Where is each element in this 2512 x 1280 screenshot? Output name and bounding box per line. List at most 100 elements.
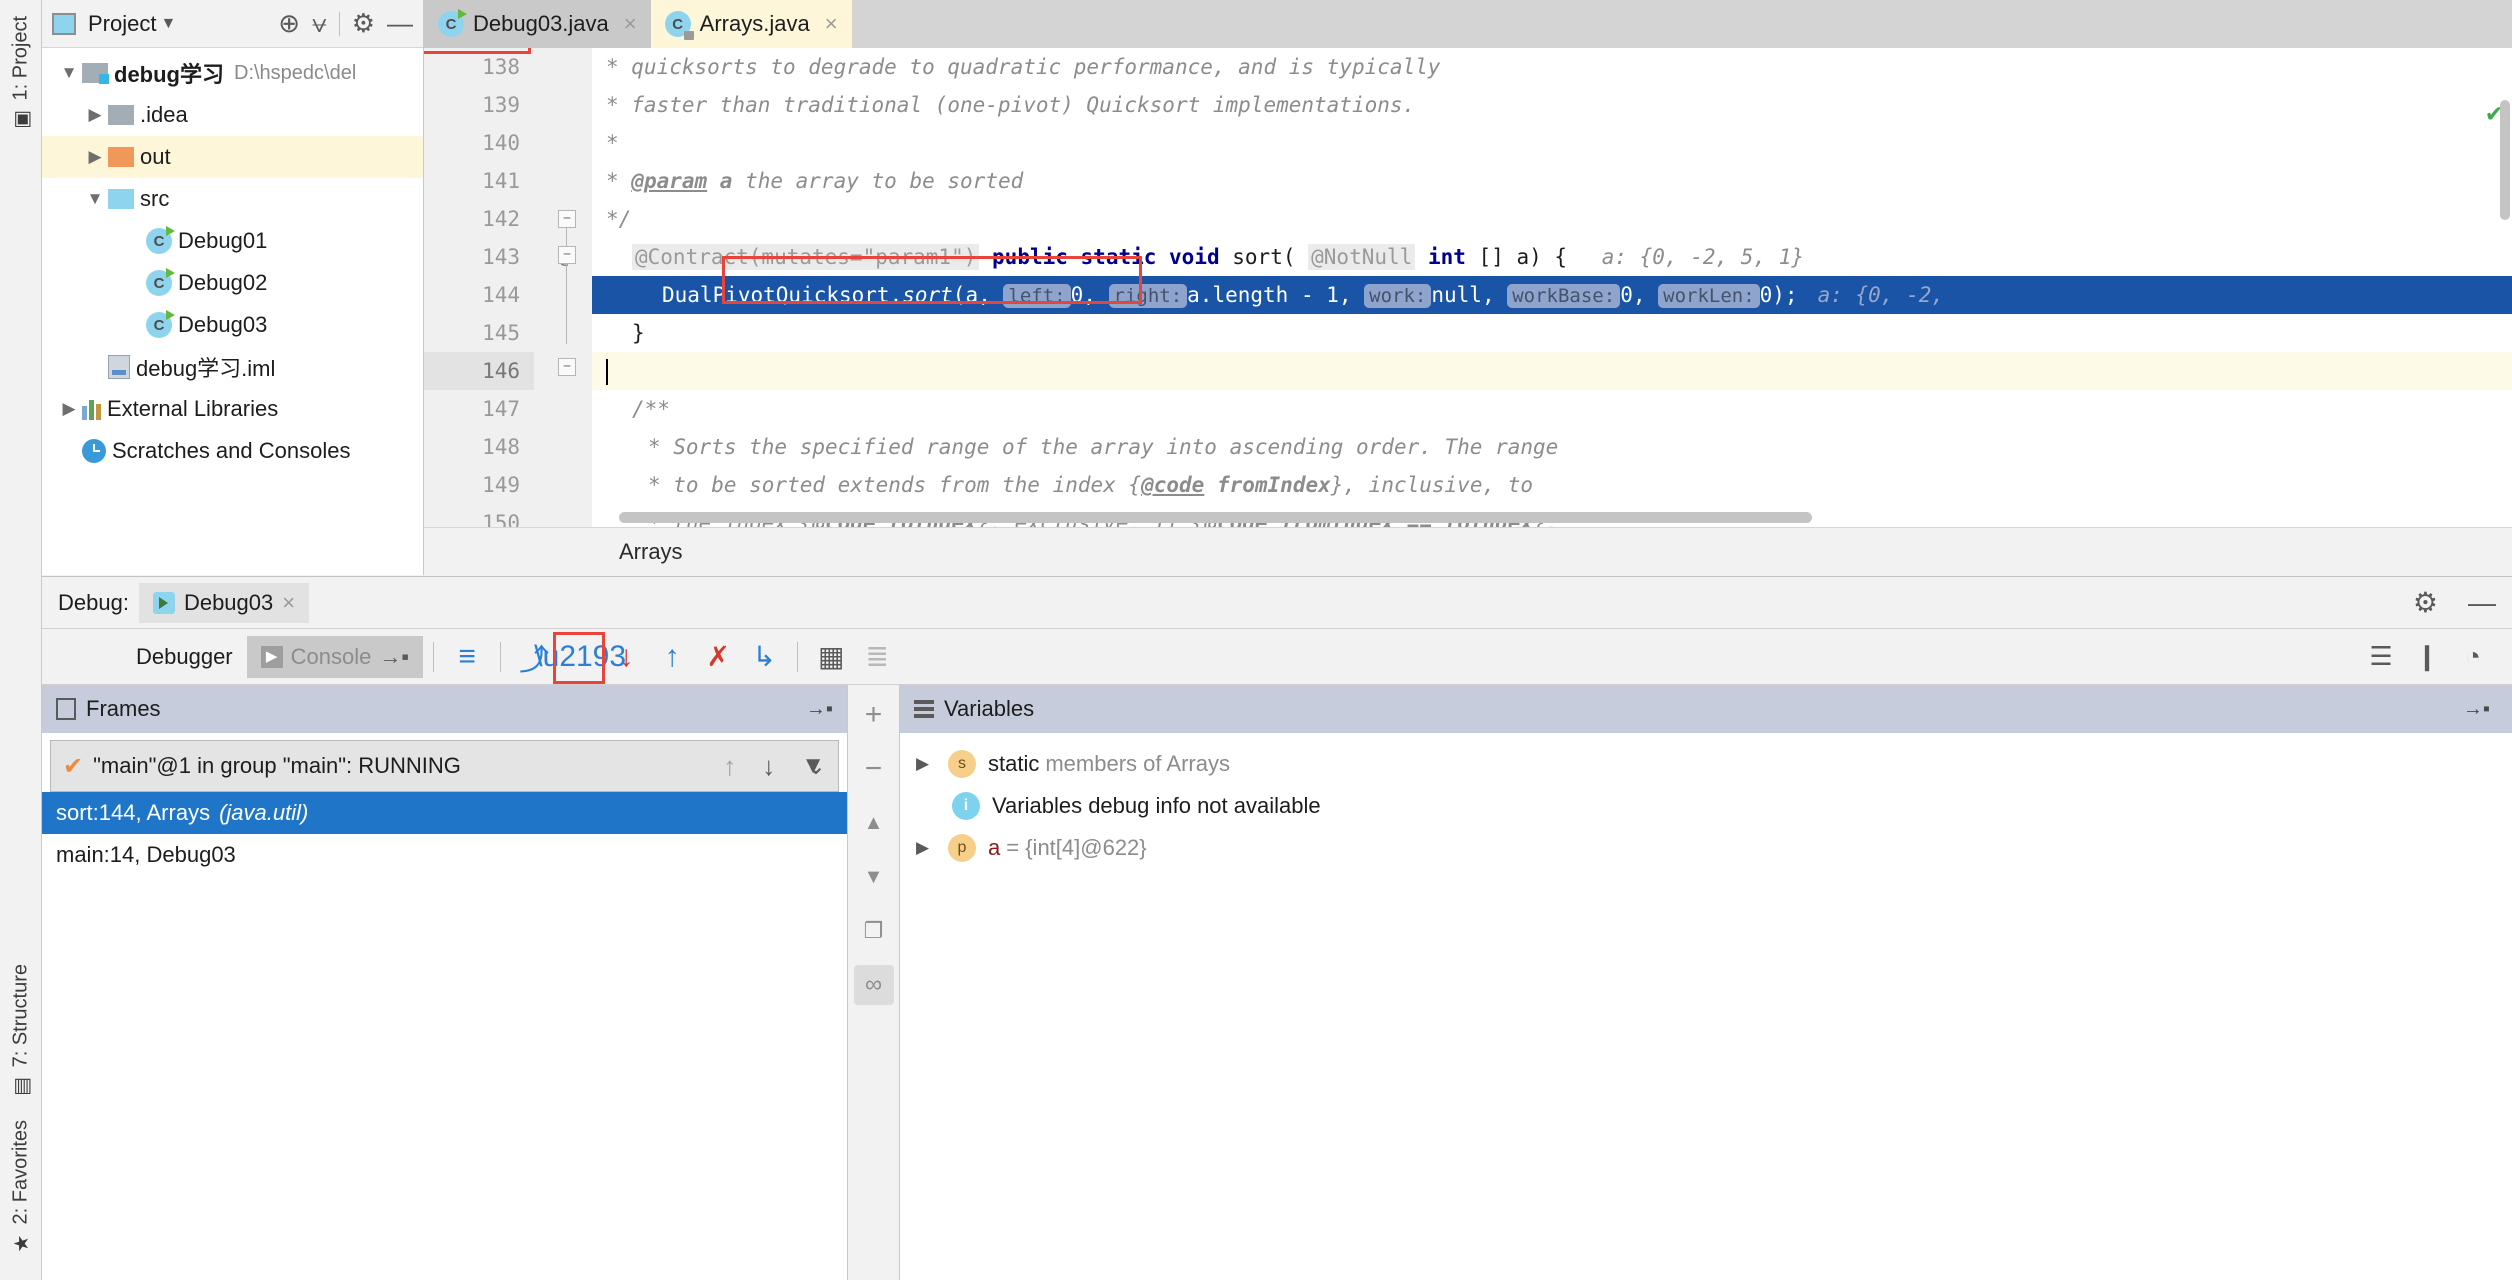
variable-row-info: i Variables debug info not available (900, 785, 2512, 827)
contract-annotation: @Contract(mutates="param1") (632, 244, 979, 270)
code-lines[interactable]: * quicksorts to degrade to quadratic per… (592, 48, 2512, 527)
code-line-caret[interactable] (592, 352, 2512, 390)
evaluate-expression-icon[interactable]: ▦ (808, 634, 854, 680)
locate-icon[interactable]: ⊕ (278, 8, 300, 39)
hide-panel-icon[interactable]: — (2468, 587, 2496, 619)
tree-label: Debug01 (178, 228, 267, 254)
text-caret (606, 359, 608, 385)
debug-session-icon (153, 592, 175, 614)
tree-item-project-root[interactable]: ▼ debug学习 D:\hspedc\del (42, 52, 423, 94)
pin-panel-icon[interactable]: →▪ (2463, 698, 2490, 721)
variable-row-static[interactable]: ▶ s static members of Arrays (900, 743, 2512, 785)
line-number: 145 (424, 314, 534, 352)
chevron-down-icon[interactable]: ▼ (160, 15, 176, 33)
frame-down-icon[interactable]: ↓ (762, 751, 775, 782)
chevron-right-icon[interactable]: ▶ (82, 105, 108, 125)
frame-up-icon[interactable]: ↑ (723, 751, 736, 782)
editor-vertical-scrollbar[interactable] (2500, 100, 2510, 220)
close-icon[interactable]: × (825, 11, 838, 37)
variables-panel: Variables →▪ ▶ s static members of Array… (900, 685, 2512, 1280)
source-folder-icon (108, 189, 134, 209)
chevron-right-icon[interactable]: ▶ (916, 838, 936, 858)
frames-panel-header: Frames →▪ (42, 685, 847, 733)
step-into-icon[interactable]: \u2193 (557, 634, 603, 680)
pin-panel-icon[interactable]: →▪ (806, 698, 833, 721)
hide-panel-icon[interactable]: — (387, 8, 413, 39)
call-method: sort (902, 283, 953, 307)
editor-horizontal-scrollbar[interactable] (619, 512, 1812, 523)
param-hint-left: left: (1003, 284, 1070, 308)
project-panel-title[interactable]: Project (88, 11, 156, 37)
scroll-down-icon[interactable]: ▼ (854, 857, 894, 897)
debug-session-tab[interactable]: Debug03 × (139, 583, 309, 623)
frame-list[interactable]: sort:144, Arrays (java.util) main:14, De… (42, 792, 847, 1280)
scroll-up-icon[interactable]: ▲ (854, 803, 894, 843)
sidebar-item-favorites[interactable]: ★ 2: Favorites (7, 1110, 35, 1266)
variable-value: = {int[4]@622} (1006, 835, 1146, 861)
editor-tab-arrays[interactable]: C Arrays.java × (651, 0, 852, 48)
frames-filter-icon[interactable]: ▼ (801, 752, 825, 780)
collapse-all-icon[interactable]: ⩝ (312, 8, 327, 40)
sidebar-item-structure[interactable]: ▤ 7: Structure (7, 954, 35, 1109)
tab-console[interactable]: ▶ Console →▪ (247, 636, 424, 678)
chevron-down-icon[interactable]: ▼ (82, 189, 108, 209)
tree-label: debug学习.iml (136, 351, 275, 383)
frame-row-main[interactable]: main:14, Debug03 (42, 834, 847, 876)
close-icon[interactable]: × (624, 11, 637, 37)
fold-marker[interactable]: − (558, 210, 576, 228)
fold-gutter[interactable]: @ − − − (534, 48, 592, 527)
fold-marker[interactable]: − (558, 358, 576, 376)
variable-row-a[interactable]: ▶ p a = {int[4]@622} (900, 827, 2512, 869)
tree-item-external-libraries[interactable]: ▶ External Libraries (42, 388, 423, 430)
filter-icon[interactable]: ≣ (854, 634, 900, 680)
show-execution-point-icon[interactable]: ≡ (444, 634, 490, 680)
debug-body: Frames →▪ ✔ "main"@1 in group "main": RU… (42, 685, 2512, 1280)
copy-value-icon[interactable]: ❐ (854, 911, 894, 951)
run-to-cursor-icon[interactable]: ↳ (741, 634, 787, 680)
project-tree[interactable]: ▼ debug学习 D:\hspedc\del ▶ .idea ▶ out ▼ … (42, 48, 423, 575)
pin-tab-icon[interactable]: →▪ (379, 644, 409, 670)
java-class-icon: C (438, 11, 464, 37)
chevron-down-icon[interactable]: ▼ (56, 63, 82, 83)
frame-row-sort[interactable]: sort:144, Arrays (java.util) (42, 792, 847, 834)
gear-icon[interactable]: ⚙ (352, 8, 375, 39)
tree-item-debug02[interactable]: C Debug02 (42, 262, 423, 304)
tab-debugger[interactable]: Debugger (122, 636, 247, 678)
step-out-icon[interactable]: ↑ (649, 634, 695, 680)
call-open: (a, (953, 283, 1004, 307)
inspect-icon[interactable]: ∞ (854, 965, 894, 1005)
tree-item-iml[interactable]: debug学习.iml (42, 346, 423, 388)
remove-watch-icon[interactable]: − (854, 749, 894, 789)
frame-label: sort:144, Arrays (56, 800, 210, 826)
code-line-current-execution[interactable]: DualPivotQuicksort.sort(a, left:0, right… (592, 276, 2512, 314)
tree-item-idea[interactable]: ▶ .idea (42, 94, 423, 136)
memory-view-icon[interactable]: ❙ (2404, 634, 2450, 680)
chevron-right-icon[interactable]: ▶ (82, 147, 108, 167)
add-watch-icon[interactable]: + (854, 695, 894, 735)
tree-item-out[interactable]: ▶ out (42, 136, 423, 178)
editor-tab-debug03[interactable]: C Debug03.java × (424, 0, 651, 48)
left-tool-window-bar: ▣ 1: Project ▤ 7: Structure ★ 2: Favorit… (0, 0, 42, 1280)
variables-list[interactable]: ▶ s static members of Arrays i Variables… (900, 733, 2512, 1280)
tree-item-debug01[interactable]: C Debug01 (42, 220, 423, 262)
chevron-right-icon[interactable]: ▶ (916, 754, 936, 774)
sidebar-item-project[interactable]: ▣ 1: Project (7, 6, 35, 142)
breadcrumb[interactable]: Arrays (424, 527, 2512, 575)
drop-frame-icon[interactable]: ✗ (695, 634, 741, 680)
profiler-icon[interactable]: ◔ (2450, 634, 2496, 680)
thread-status-icon: ✔ (63, 752, 83, 781)
close-icon[interactable]: × (282, 590, 295, 616)
param-value-left: 0, (1071, 283, 1109, 307)
variables-icon (914, 700, 934, 718)
tree-item-scratches[interactable]: Scratches and Consoles (42, 430, 423, 472)
code-line-param: * @param a the array to be sorted (592, 162, 2512, 200)
layout-settings-icon[interactable]: ☰ (2358, 634, 2404, 680)
code-editor[interactable]: 138 139 140 141 142 143 144 145 146 147 … (424, 48, 2512, 527)
chevron-right-icon[interactable]: ▶ (56, 399, 82, 419)
fold-marker[interactable]: − (558, 246, 576, 264)
settings-gear-icon[interactable]: ⚙ (2413, 586, 2438, 619)
tree-item-debug03[interactable]: C Debug03 (42, 304, 423, 346)
tree-item-src[interactable]: ▼ src (42, 178, 423, 220)
debug-toolbar: Debugger ▶ Console →▪ ≡ ⤴ \u2193 ↓ ↑ ✗ ↳… (42, 629, 2512, 685)
param-badge-icon: p (948, 834, 976, 862)
